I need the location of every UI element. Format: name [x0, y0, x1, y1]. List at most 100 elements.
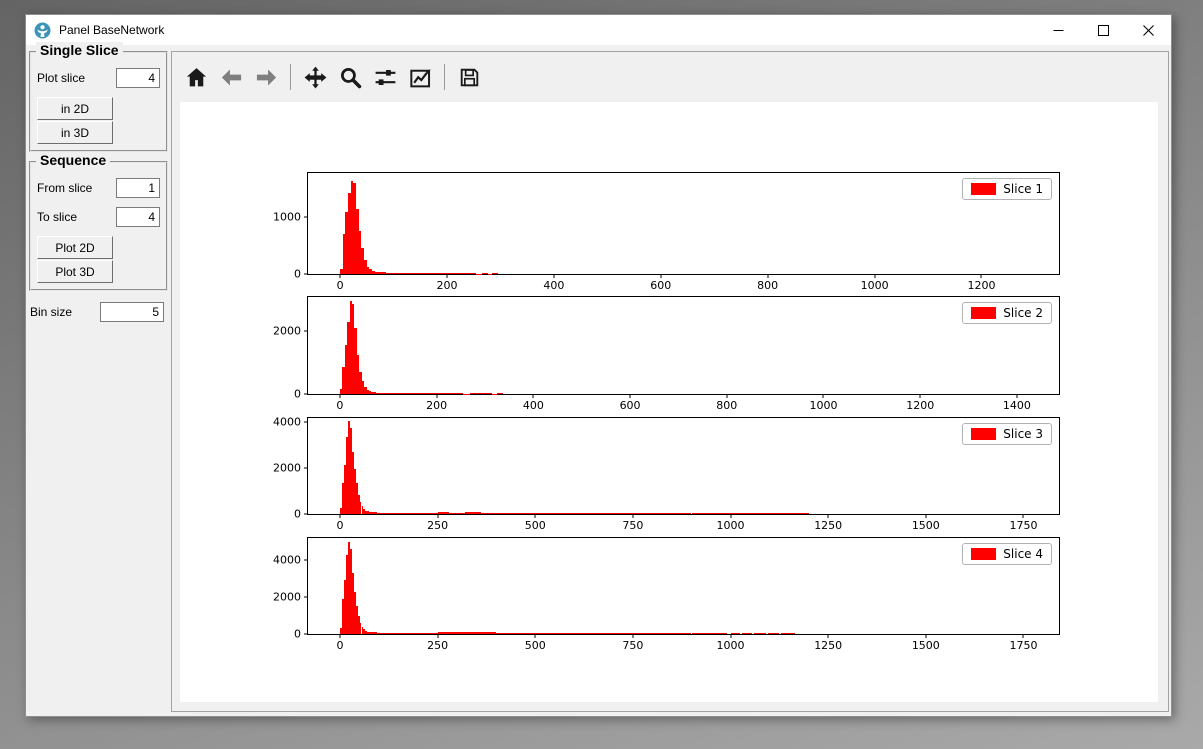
subplot-3: 02505007501000125015001750020004000Slice…	[307, 417, 1060, 515]
hist-bar	[429, 393, 439, 394]
hist-bar	[692, 513, 715, 514]
to-slice-input[interactable]	[116, 207, 160, 227]
close-button[interactable]	[1126, 15, 1171, 45]
x-tick-mark	[446, 274, 447, 278]
x-tick-label: 200	[436, 279, 457, 292]
plot-frame: 02004006008001000120001000Slice 10200400…	[171, 51, 1169, 712]
plot-slice-input[interactable]	[116, 68, 160, 88]
in-3d-button[interactable]: in 3D	[37, 121, 113, 144]
hist-bar	[715, 513, 738, 514]
from-slice-label: From slice	[37, 181, 92, 195]
maximize-button[interactable]	[1081, 15, 1126, 45]
y-tick-mark	[304, 394, 308, 395]
x-tick-label: 600	[620, 399, 641, 412]
hist-bar	[465, 632, 481, 634]
x-tick-label: 1000	[809, 399, 837, 412]
hist-bar	[481, 632, 497, 634]
subplot-2: 020040060080010001200140002000Slice 2	[307, 296, 1060, 395]
save-button[interactable]	[455, 63, 483, 91]
control-sidebar: Single Slice Plot slice in 2D in 3D Sequ…	[26, 45, 171, 716]
x-tick-label: 1500	[912, 639, 940, 652]
legend-label: Slice 3	[1003, 427, 1043, 441]
y-tick-mark	[304, 597, 308, 598]
x-tick-mark	[1023, 634, 1024, 638]
x-tick-mark	[925, 514, 926, 518]
minimize-button[interactable]	[1036, 15, 1081, 45]
hist-bar	[463, 394, 470, 395]
x-tick-label: 500	[525, 519, 546, 532]
hist-bar	[797, 513, 809, 514]
y-tick-label: 2000	[273, 325, 301, 338]
x-tick-mark	[437, 514, 438, 518]
legend: Slice 3	[962, 423, 1052, 445]
x-tick-mark	[925, 634, 926, 638]
back-button[interactable]	[217, 63, 245, 91]
x-tick-label: 750	[622, 639, 643, 652]
hist-bar	[417, 393, 429, 394]
x-tick-mark	[920, 394, 921, 398]
legend: Slice 2	[962, 302, 1052, 324]
plot-3d-button[interactable]: Plot 3D	[37, 260, 113, 283]
hist-bar	[738, 513, 754, 514]
x-tick-label: 500	[525, 639, 546, 652]
home-button[interactable]	[182, 63, 210, 91]
zoom-magnifier-icon	[338, 65, 363, 90]
hist-bar	[652, 633, 691, 634]
hist-bar	[396, 273, 407, 274]
y-tick-mark	[304, 514, 308, 515]
plot-slice-label: Plot slice	[37, 71, 85, 85]
pan-button[interactable]	[301, 63, 329, 91]
y-tick-mark	[304, 422, 308, 423]
x-tick-mark	[340, 274, 341, 278]
y-tick-label: 0	[294, 508, 301, 521]
x-tick-mark	[1016, 394, 1017, 398]
x-tick-mark	[340, 514, 341, 518]
edit-plot-icon	[408, 65, 433, 90]
x-tick-label: 1250	[814, 519, 842, 532]
hist-bar	[496, 633, 535, 634]
subplots-button[interactable]	[371, 63, 399, 91]
hist-bar	[456, 393, 463, 394]
hist-bar	[420, 273, 436, 274]
from-slice-input[interactable]	[116, 178, 160, 198]
tk-app-icon	[34, 22, 51, 39]
to-slice-label: To slice	[37, 210, 77, 224]
title-bar[interactable]: Panel BaseNetwork	[26, 15, 1171, 45]
zoom-button[interactable]	[336, 63, 364, 91]
x-tick-mark	[535, 514, 536, 518]
plot-2d-button[interactable]: Plot 2D	[37, 236, 113, 259]
y-tick-label: 4000	[273, 554, 301, 567]
subplot-1: 02004006008001000120001000Slice 1	[307, 172, 1060, 275]
hist-bar	[742, 633, 752, 634]
x-tick-label: 0	[336, 399, 343, 412]
subplots-sliders-icon	[373, 65, 398, 90]
hist-bar	[535, 513, 574, 514]
hist-bar	[399, 513, 419, 514]
y-tick-label: 0	[294, 388, 301, 401]
y-tick-mark	[304, 331, 308, 332]
hist-bar	[497, 393, 503, 394]
legend-swatch	[971, 307, 996, 319]
x-tick-label: 1200	[967, 279, 995, 292]
x-tick-mark	[535, 634, 536, 638]
x-tick-mark	[437, 634, 438, 638]
x-tick-mark	[1023, 514, 1024, 518]
in-2d-button[interactable]: in 2D	[37, 97, 113, 120]
hist-bar	[381, 513, 399, 514]
hist-bar	[781, 633, 795, 634]
customize-button[interactable]	[406, 63, 434, 91]
app-window: Panel BaseNetwork Single Sli	[25, 14, 1172, 717]
hist-bar	[465, 512, 481, 514]
y-tick-mark	[304, 217, 308, 218]
x-tick-label: 800	[757, 279, 778, 292]
x-tick-label: 600	[650, 279, 671, 292]
hist-bar	[403, 393, 418, 394]
x-tick-mark	[340, 634, 341, 638]
hist-bar	[470, 393, 477, 394]
y-tick-mark	[304, 274, 308, 275]
hist-bar	[781, 513, 797, 514]
x-tick-mark	[823, 394, 824, 398]
forward-button[interactable]	[252, 63, 280, 91]
bin-size-input[interactable]	[100, 302, 164, 322]
y-tick-label: 1000	[273, 211, 301, 224]
